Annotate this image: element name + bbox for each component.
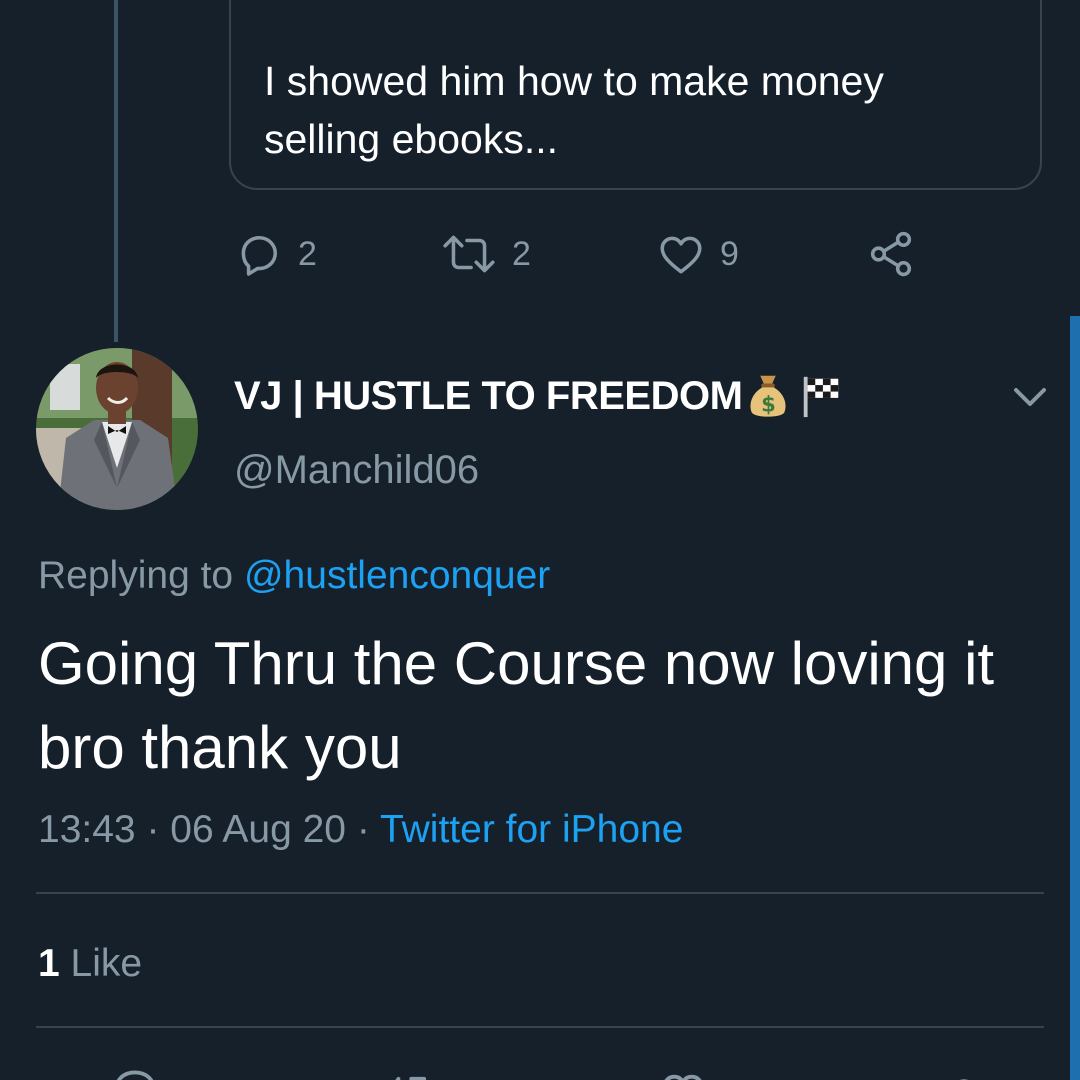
share-icon xyxy=(870,231,912,277)
meta-separator: · xyxy=(146,808,160,851)
retweet-button[interactable]: 2 xyxy=(440,228,531,280)
replying-to-label: Replying to xyxy=(38,554,234,597)
like-count: 9 xyxy=(720,234,739,273)
likes-label: Like xyxy=(70,942,143,985)
reply-icon[interactable] xyxy=(108,1066,162,1080)
replying-to: Replying to @hustlenconquer xyxy=(38,550,550,602)
retweet-icon xyxy=(443,235,495,273)
share-button[interactable] xyxy=(866,228,916,280)
tweet-date: 06 Aug 20 xyxy=(170,808,346,851)
likes-stat[interactable]: 1 Like xyxy=(38,938,142,990)
author-name-text: VJ | HUSTLE TO FREEDOM xyxy=(234,374,743,418)
tweet-metadata: 13:43 · 06 Aug 20 · Twitter for iPhone xyxy=(38,802,683,858)
retweet-count: 2 xyxy=(512,234,531,273)
reply-icon xyxy=(241,235,278,276)
tweet-time: 13:43 xyxy=(38,808,136,851)
tweet-text: Going Thru the Course now loving it bro … xyxy=(38,630,995,781)
reply-count: 2 xyxy=(298,234,317,273)
money-bag-icon: $ xyxy=(750,375,786,417)
quoted-tweet-text: I showed him how to make money selling e… xyxy=(264,58,884,162)
like-button[interactable]: 9 xyxy=(656,228,739,280)
like-icon[interactable] xyxy=(656,1066,710,1080)
author-handle[interactable]: @Manchild06 xyxy=(234,444,479,496)
author-display-name[interactable]: VJ | HUSTLE TO FREEDOM $ xyxy=(234,370,844,422)
divider xyxy=(36,892,1044,894)
replying-to-mention[interactable]: @hustlenconquer xyxy=(244,554,550,597)
divider xyxy=(36,1026,1044,1028)
meta-separator: · xyxy=(356,808,370,851)
chevron-down-icon[interactable] xyxy=(1010,378,1050,414)
avatar-photo xyxy=(36,348,198,510)
tweet-source[interactable]: Twitter for iPhone xyxy=(380,808,683,851)
retweet-icon[interactable] xyxy=(380,1066,434,1080)
reply-button[interactable]: 2 xyxy=(234,228,317,280)
checkered-flag-icon xyxy=(804,376,839,418)
svg-text:$: $ xyxy=(762,391,776,416)
avatar[interactable] xyxy=(36,348,198,510)
likes-count: 1 xyxy=(38,942,60,985)
thread-line xyxy=(114,0,118,342)
tweet-detail-view: I showed him how to make money selling e… xyxy=(0,0,1080,1080)
scrollbar[interactable] xyxy=(1070,316,1080,1080)
share-icon[interactable] xyxy=(944,1066,984,1080)
like-icon xyxy=(660,236,702,274)
